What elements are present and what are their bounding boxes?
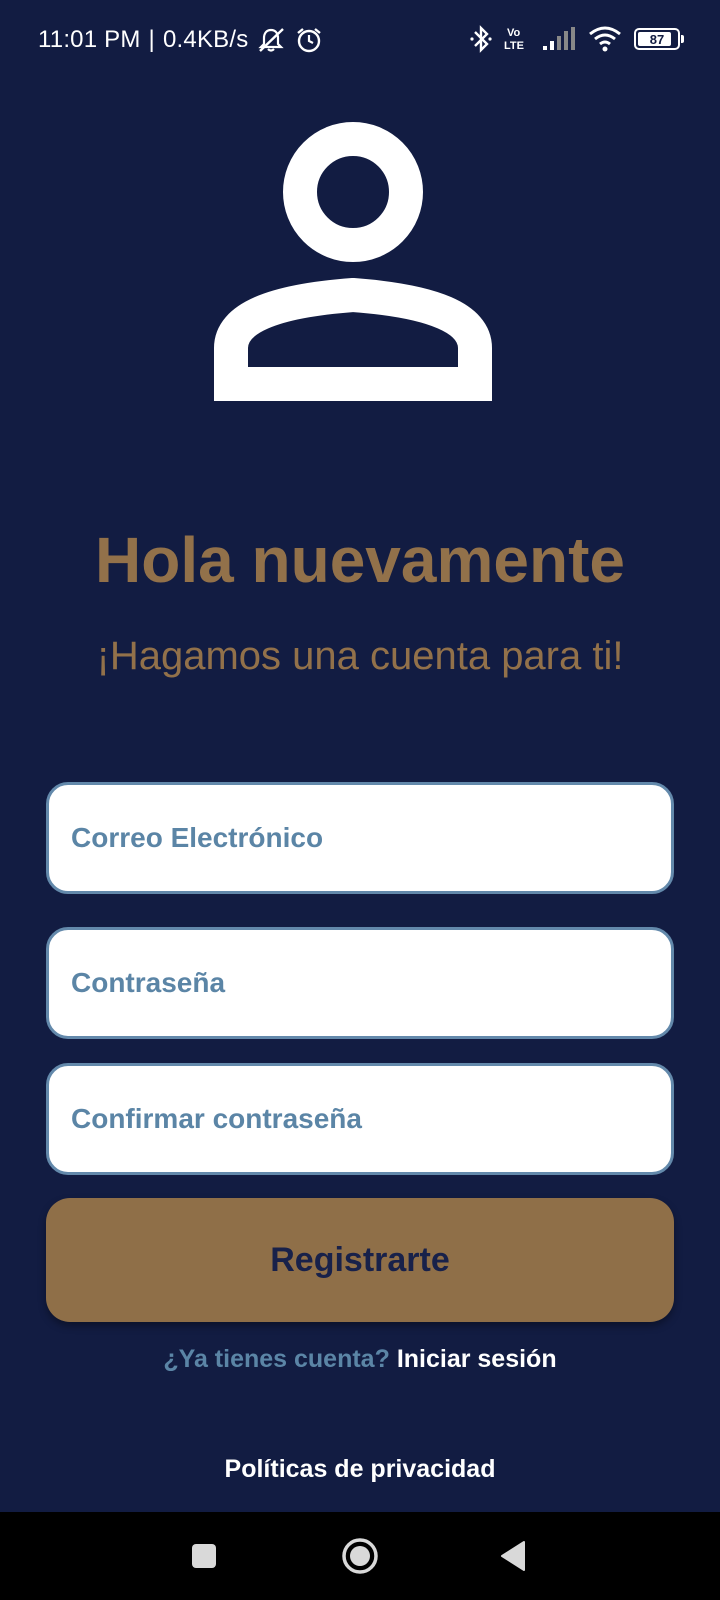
- email-field[interactable]: [46, 782, 674, 894]
- page-subtitle: ¡Hagamos una cuenta para ti!: [96, 634, 624, 678]
- recents-icon: [192, 1544, 216, 1568]
- login-prompt: ¿Ya tienes cuenta? Iniciar sesión: [0, 1342, 720, 1376]
- status-separator: |: [148, 26, 155, 53]
- password-field[interactable]: [46, 927, 674, 1039]
- navigation-bar: [0, 1512, 720, 1600]
- login-question: ¿Ya tienes cuenta?: [163, 1345, 390, 1373]
- back-icon: [501, 1541, 525, 1571]
- status-time: 11:01 PM: [38, 26, 141, 53]
- notifications-off-icon: [258, 28, 285, 52]
- user-icon: [214, 122, 492, 401]
- battery-level: 87: [649, 31, 665, 47]
- privacy-policy-link[interactable]: Políticas de privacidad: [0, 1452, 720, 1486]
- login-link[interactable]: Iniciar sesión: [397, 1345, 557, 1373]
- confirm-password-input[interactable]: [69, 1065, 671, 1173]
- home-button[interactable]: [316, 1512, 404, 1600]
- svg-text:Vo: Vo: [507, 27, 521, 39]
- status-right: Vo LTE 87: [470, 24, 684, 54]
- page-title: Hola nuevamente: [95, 524, 625, 596]
- bluetooth-icon: [470, 25, 492, 53]
- password-input[interactable]: [69, 929, 671, 1037]
- confirm-password-field[interactable]: [46, 1063, 674, 1175]
- signal-icon: [543, 27, 575, 50]
- battery-icon: 87: [634, 28, 684, 50]
- svg-text:LTE: LTE: [504, 40, 524, 52]
- volte-icon: Vo LTE: [504, 27, 524, 52]
- status-net-speed: 0.4KB/s: [162, 26, 249, 53]
- register-button[interactable]: Registrarte: [46, 1198, 674, 1322]
- recents-button[interactable]: [160, 1512, 248, 1600]
- back-button[interactable]: [470, 1512, 558, 1600]
- wifi-icon: [589, 26, 621, 52]
- status-left: 11:01 PM | 0.4KB/s: [38, 26, 324, 54]
- home-icon: [342, 1538, 378, 1574]
- email-input[interactable]: [69, 784, 671, 892]
- status-bar: 11:01 PM | 0.4KB/s Vo LTE 87: [0, 0, 720, 84]
- alarm-icon: [297, 28, 322, 53]
